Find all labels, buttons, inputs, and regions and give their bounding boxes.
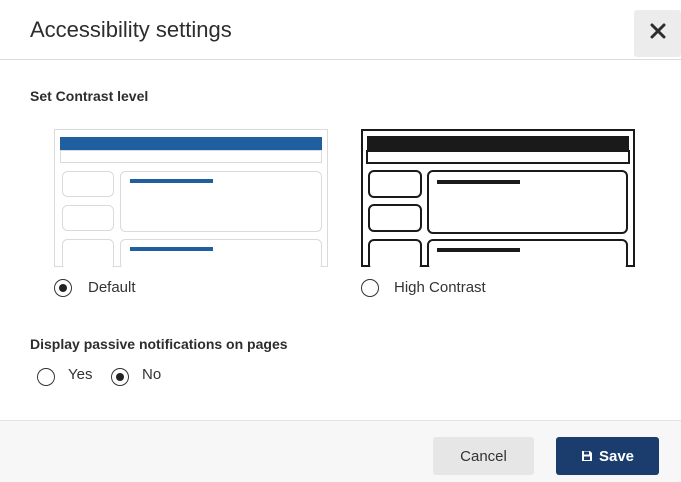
notifications-no-radio[interactable] xyxy=(111,368,129,386)
notifications-label: Display passive notifications on pages xyxy=(30,336,288,352)
high-contrast-preview[interactable] xyxy=(361,129,635,271)
notifications-yes-label: Yes xyxy=(68,366,93,383)
high-contrast-label: High Contrast xyxy=(394,279,486,296)
contrast-label: Set Contrast level xyxy=(30,88,149,104)
default-contrast-radio[interactable] xyxy=(54,279,72,297)
close-button[interactable] xyxy=(634,10,681,57)
dialog-header: Accessibility settings xyxy=(0,0,681,60)
default-contrast-label: Default xyxy=(88,279,136,296)
high-contrast-radio[interactable] xyxy=(361,279,379,297)
close-icon xyxy=(650,23,666,44)
save-icon xyxy=(581,450,593,462)
notifications-no-label: No xyxy=(142,366,162,383)
default-contrast-preview[interactable] xyxy=(54,129,328,270)
save-button-label: Save xyxy=(598,447,635,465)
notifications-yes-radio[interactable] xyxy=(37,368,55,386)
cancel-button-label: Cancel xyxy=(460,447,507,465)
save-button[interactable]: Save xyxy=(556,437,659,475)
dialog-title: Accessibility settings xyxy=(30,17,232,42)
cancel-button[interactable]: Cancel xyxy=(433,437,534,475)
